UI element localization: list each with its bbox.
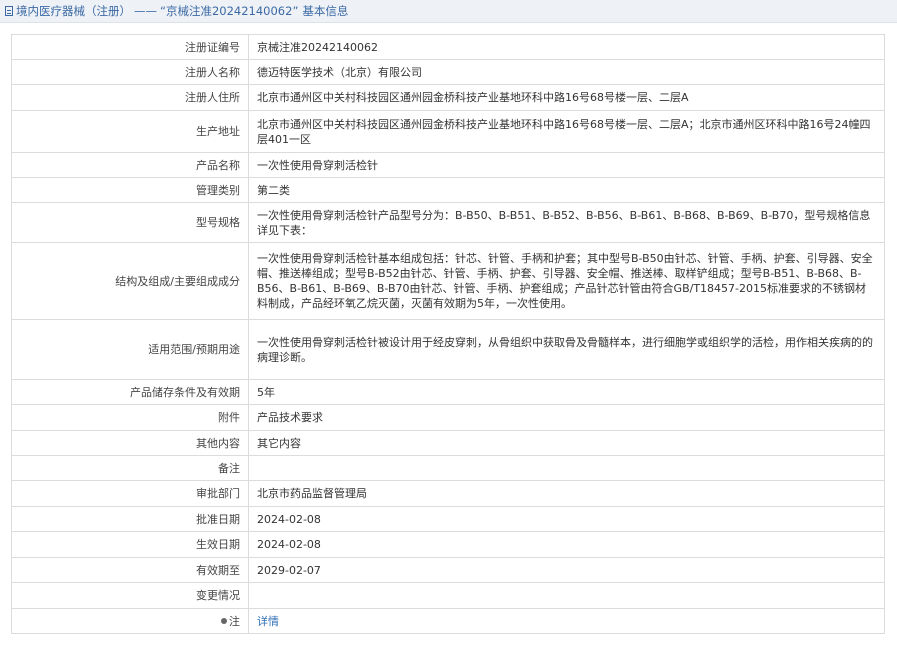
row-label: 生产地址	[11, 110, 249, 153]
row-label: 结构及组成/主要组成成分	[11, 242, 249, 320]
row-label: 产品名称	[11, 152, 249, 178]
row-value	[248, 582, 885, 609]
row-value: 2024-02-08	[248, 531, 885, 558]
row-value: 一次性使用骨穿刺活检针被设计用于经皮穿刺，从骨组织中获取骨及骨髓样本，进行细胞学…	[248, 319, 885, 380]
table-row: 结构及组成/主要组成成分 一次性使用骨穿刺活检针基本组成包括：针芯、针管、手柄和…	[11, 242, 885, 320]
header-separator: ——	[134, 4, 157, 18]
table-row: 适用范围/预期用途 一次性使用骨穿刺活检针被设计用于经皮穿刺，从骨组织中获取骨及…	[11, 319, 885, 380]
row-value: 德迈特医学技术（北京）有限公司	[248, 59, 885, 85]
page-header: 境内医疗器械（注册） —— “京械注准20242140062” 基本信息	[0, 0, 897, 23]
table-row: 生产地址 北京市通州区中关村科技园区通州园金桥科技产业基地环科中路16号68号楼…	[11, 110, 885, 153]
table-row: 变更情况	[11, 582, 885, 609]
device-info-table: 注册证编号 京械注准20242140062 注册人名称 德迈特医学技术（北京）有…	[11, 34, 885, 634]
pin-icon	[221, 617, 227, 624]
table-row: 生效日期 2024-02-08	[11, 531, 885, 558]
row-value: 第二类	[248, 177, 885, 203]
row-value: 京械注准20242140062	[248, 34, 885, 60]
row-label: 注册人名称	[11, 59, 249, 85]
row-value: 其它内容	[248, 430, 885, 456]
row-value: 5年	[248, 379, 885, 405]
table-row: 审批部门 北京市药品监督管理局	[11, 480, 885, 507]
table-row: 附件 产品技术要求	[11, 404, 885, 431]
note-row: 注 详情	[11, 608, 885, 634]
row-value: 2024-02-08	[248, 506, 885, 532]
row-value: 一次性使用骨穿刺活检针	[248, 152, 885, 178]
note-label: 注	[229, 614, 240, 628]
row-label: 附件	[11, 404, 249, 431]
row-label: 变更情况	[11, 582, 249, 609]
table-row: 产品名称 一次性使用骨穿刺活检针	[11, 152, 885, 178]
document-icon	[5, 6, 13, 16]
row-label: 管理类别	[11, 177, 249, 203]
row-value	[248, 455, 885, 481]
table-row: 管理类别 第二类	[11, 177, 885, 203]
table-row: 有效期至 2029-02-07	[11, 557, 885, 583]
table-row: 型号规格 一次性使用骨穿刺活检针产品型号分为：B-B50、B-B51、B-B52…	[11, 202, 885, 243]
header-suffix: 基本信息	[302, 4, 349, 18]
row-label: 批准日期	[11, 506, 249, 532]
note-value-cell: 详情	[248, 608, 885, 634]
row-label: 型号规格	[11, 202, 249, 243]
table-row: 批准日期 2024-02-08	[11, 506, 885, 532]
detail-link[interactable]: 详情	[257, 615, 279, 628]
header-category: 境内医疗器械（注册）	[16, 4, 131, 18]
row-label: 备注	[11, 455, 249, 481]
table-row: 备注	[11, 455, 885, 481]
row-value: 一次性使用骨穿刺活检针产品型号分为：B-B50、B-B51、B-B52、B-B5…	[248, 202, 885, 243]
row-value: 2029-02-07	[248, 557, 885, 583]
header-record-title: “京械注准20242140062”	[160, 4, 299, 18]
table-row: 其他内容 其它内容	[11, 430, 885, 456]
table-row: 注册人住所 北京市通州区中关村科技园区通州园金桥科技产业基地环科中路16号68号…	[11, 84, 885, 111]
row-label: 产品储存条件及有效期	[11, 379, 249, 405]
row-label: 审批部门	[11, 480, 249, 507]
row-value: 北京市通州区中关村科技园区通州园金桥科技产业基地环科中路16号68号楼一层、二层…	[248, 84, 885, 111]
row-label: 其他内容	[11, 430, 249, 456]
table-row: 注册证编号 京械注准20242140062	[11, 34, 885, 60]
table-row: 产品储存条件及有效期 5年	[11, 379, 885, 405]
row-value: 北京市通州区中关村科技园区通州园金桥科技产业基地环科中路16号68号楼一层、二层…	[248, 110, 885, 153]
table-row: 注册人名称 德迈特医学技术（北京）有限公司	[11, 59, 885, 85]
row-value: 一次性使用骨穿刺活检针基本组成包括：针芯、针管、手柄和护套；其中型号B-B50由…	[248, 242, 885, 320]
row-label: 生效日期	[11, 531, 249, 558]
row-value: 北京市药品监督管理局	[248, 480, 885, 507]
row-label: 适用范围/预期用途	[11, 319, 249, 380]
row-label: 注册证编号	[11, 34, 249, 60]
note-label-cell: 注	[11, 608, 249, 634]
row-label: 注册人住所	[11, 84, 249, 111]
row-label: 有效期至	[11, 557, 249, 583]
row-value: 产品技术要求	[248, 404, 885, 431]
